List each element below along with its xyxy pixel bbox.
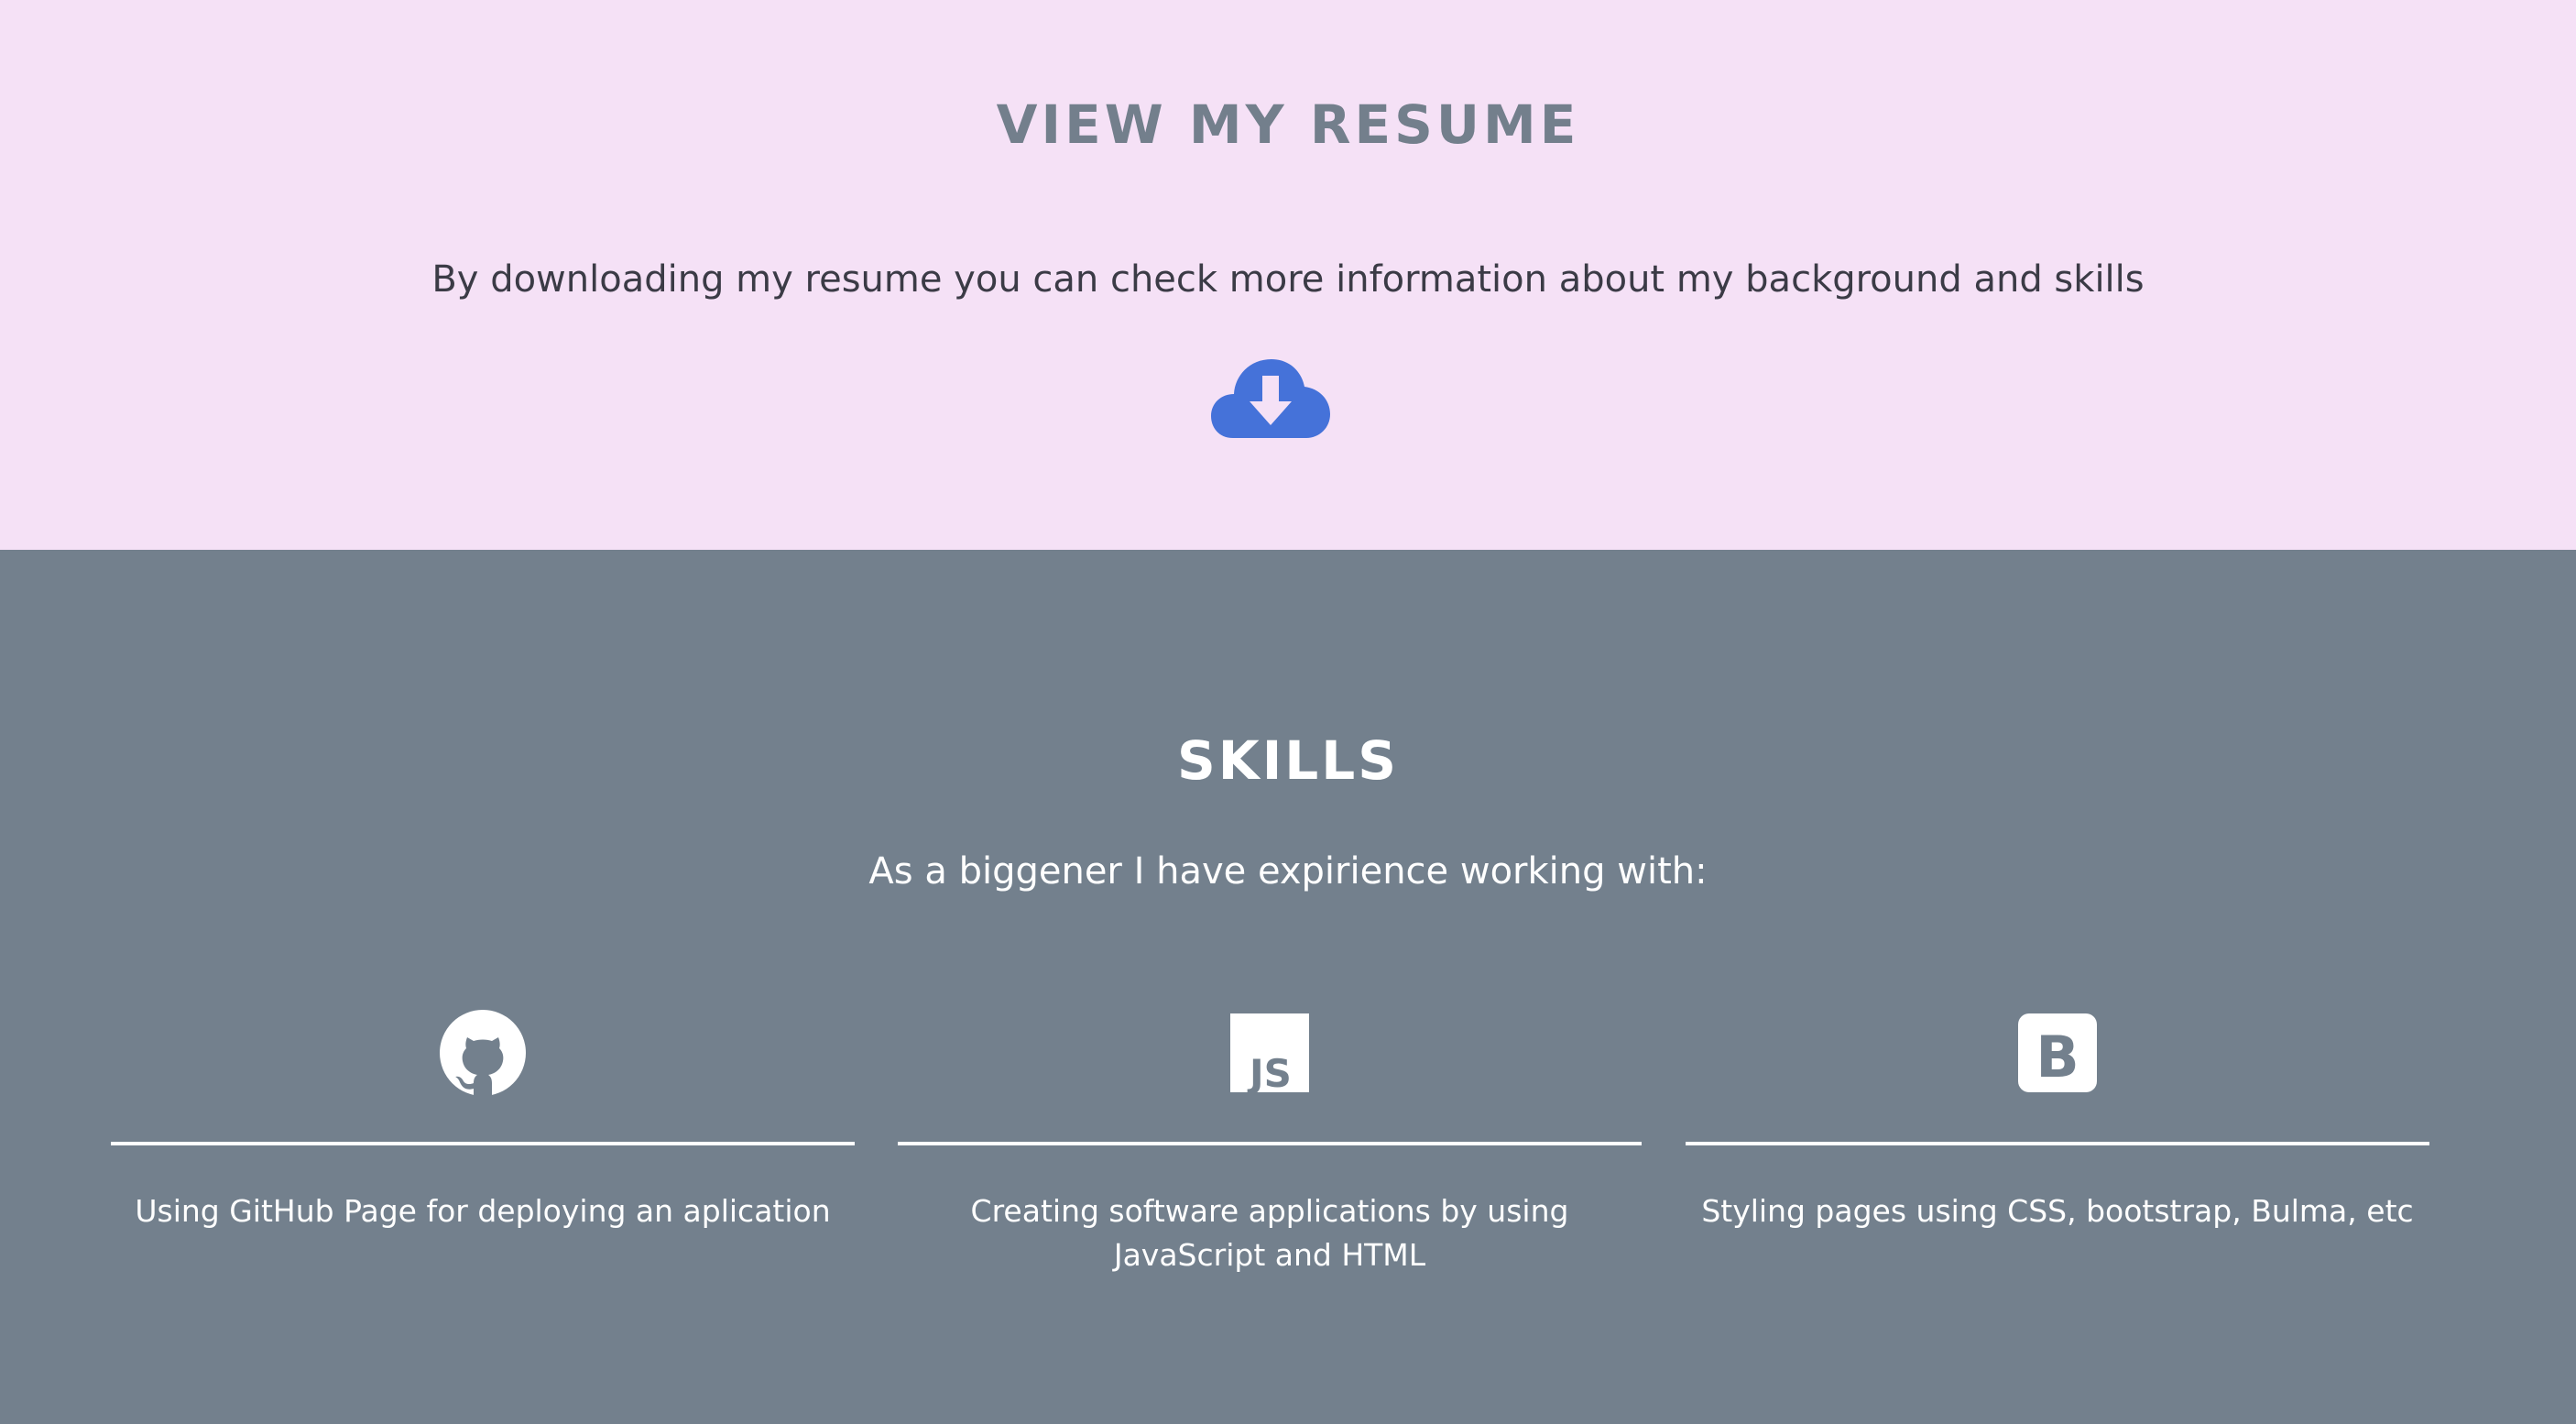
resume-title: VIEW MY RESUME: [996, 93, 1580, 156]
github-icon: [440, 1010, 526, 1096]
skill-divider: [111, 1142, 855, 1145]
svg-text:JS: JS: [1247, 1051, 1292, 1096]
skills-section: SKILLS As a biggener I have expirience w…: [0, 550, 2576, 1424]
skill-card-github: Using GitHub Page for deploying an aplic…: [111, 1010, 855, 1303]
skill-description: Creating software applications by using …: [970, 1193, 1569, 1273]
skills-subtitle: As a biggener I have expirience working …: [868, 850, 1708, 893]
skill-description: Using GitHub Page for deploying an aplic…: [135, 1193, 831, 1229]
download-resume-button[interactable]: [1211, 348, 1330, 440]
skill-card-javascript: JS Creating software applications by usi…: [898, 1010, 1642, 1303]
resume-section: VIEW MY RESUME By downloading my resume …: [0, 0, 2576, 550]
bootstrap-icon: B: [2014, 1010, 2101, 1096]
skill-card-bootstrap: B Styling pages using CSS, bootstrap, Bu…: [1686, 1010, 2429, 1303]
resume-description: By downloading my resume you can check m…: [431, 258, 2145, 301]
cloud-download-icon: [1211, 359, 1330, 438]
skill-divider: [898, 1142, 1642, 1145]
skills-title: SKILLS: [1177, 729, 1399, 792]
skill-divider: [1686, 1142, 2429, 1145]
svg-text:B: B: [2036, 1024, 2079, 1090]
javascript-icon: JS: [1227, 1010, 1313, 1096]
skill-description: Styling pages using CSS, bootstrap, Bulm…: [1701, 1193, 2414, 1229]
